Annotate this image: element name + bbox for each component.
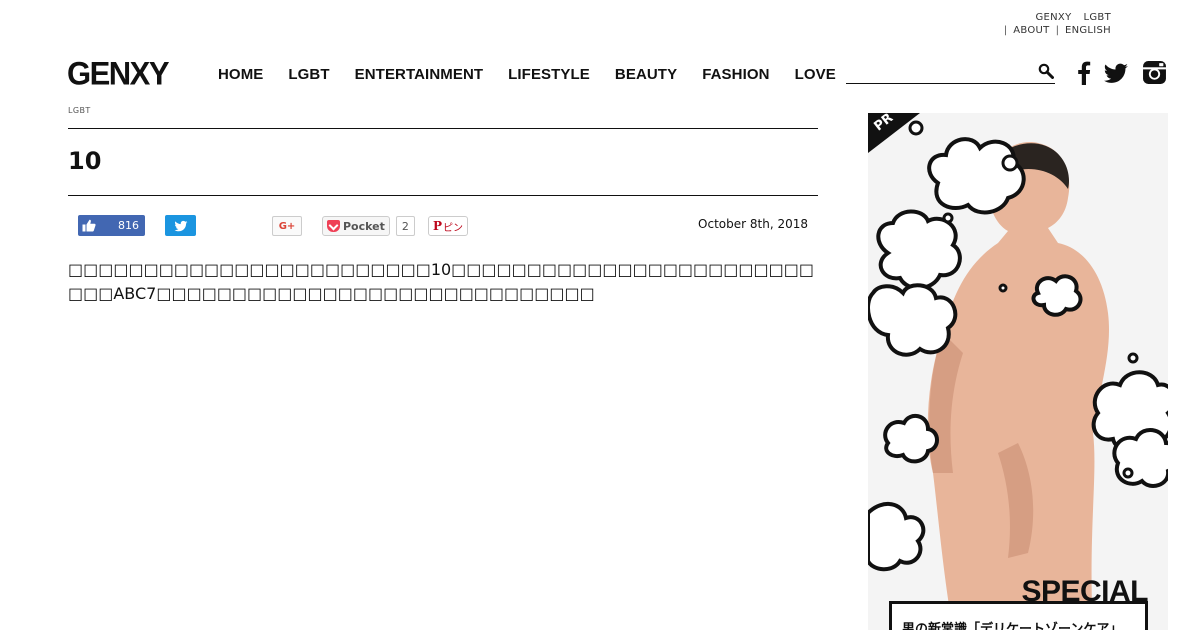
ad-caption: 男の新常識「デリケートゾーンケア」 [889,601,1148,630]
instagram-link[interactable] [1142,60,1167,85]
pocket-icon [327,220,340,232]
utility-row-top: GENXY LGBT [998,11,1111,24]
nav-item-lgbt[interactable]: LGBT [288,66,329,83]
ad-illustration [868,113,1168,630]
nav-item-lifestyle[interactable]: LIFESTYLE [508,66,590,83]
pocket-save: Pocket 2 [322,216,415,236]
nav-item-love[interactable]: LOVE [795,66,836,83]
pocket-button[interactable]: Pocket [322,216,390,236]
instagram-icon [1143,61,1166,84]
divider [68,128,818,129]
sidebar-ad-banner[interactable]: PR SPECIAL 男の新常識「デリケートゾーンケア」 [868,113,1168,630]
utility-link-about[interactable]: ABOUT [1013,24,1049,37]
search-input[interactable] [846,60,1026,82]
facebook-link[interactable] [1077,60,1091,86]
search-bar [846,60,1055,84]
main-nav: HOME LGBT ENTERTAINMENT LIFESTYLE BEAUTY… [218,66,861,83]
utility-row-bottom: | ABOUT | ENGLISH [998,24,1111,37]
facebook-like-button[interactable]: 816 [78,215,145,236]
nav-item-beauty[interactable]: BEAUTY [615,66,677,83]
nav-item-home[interactable]: HOME [218,66,263,83]
pinterest-button[interactable]: P ピン [428,216,468,236]
utility-link-english[interactable]: ENGLISH [1065,24,1111,37]
twitter-icon [174,220,187,231]
twitter-link[interactable] [1103,60,1129,86]
site-logo[interactable]: GENXY [67,55,170,93]
google-plus-icon: G+ [278,220,296,232]
utility-link-genxy[interactable]: GENXY [1035,11,1071,24]
utility-separator: | [1055,25,1059,36]
divider [68,195,818,196]
article-title: 10 [68,147,102,175]
nav-item-fashion[interactable]: FASHION [702,66,769,83]
twitter-icon [1104,63,1128,83]
utility-separator: | [1003,25,1008,36]
pinterest-label: ピン [443,222,464,234]
search-icon[interactable] [1038,63,1054,79]
article-body: □□□□□□□□□□□□□□□□□□□□□□□□10□□□□□□□□□□□□□□… [68,260,814,303]
pocket-label: Pocket [343,219,385,233]
twitter-share-button[interactable] [165,215,196,236]
utility-links: GENXY LGBT | ABOUT | ENGLISH [998,11,1111,37]
pinterest-icon: P [432,219,443,233]
google-plus-button[interactable]: G+ [272,216,302,236]
facebook-like-count: 816 [118,219,139,232]
thumbs-up-icon [82,219,96,232]
utility-link-lgbt[interactable]: LGBT [1084,11,1112,24]
pocket-count: 2 [395,216,415,236]
category-label[interactable]: LGBT [68,106,91,115]
facebook-icon [1078,61,1091,85]
nav-item-entertainment[interactable]: ENTERTAINMENT [355,66,484,83]
publish-date: October 8th, 2018 [698,217,808,231]
